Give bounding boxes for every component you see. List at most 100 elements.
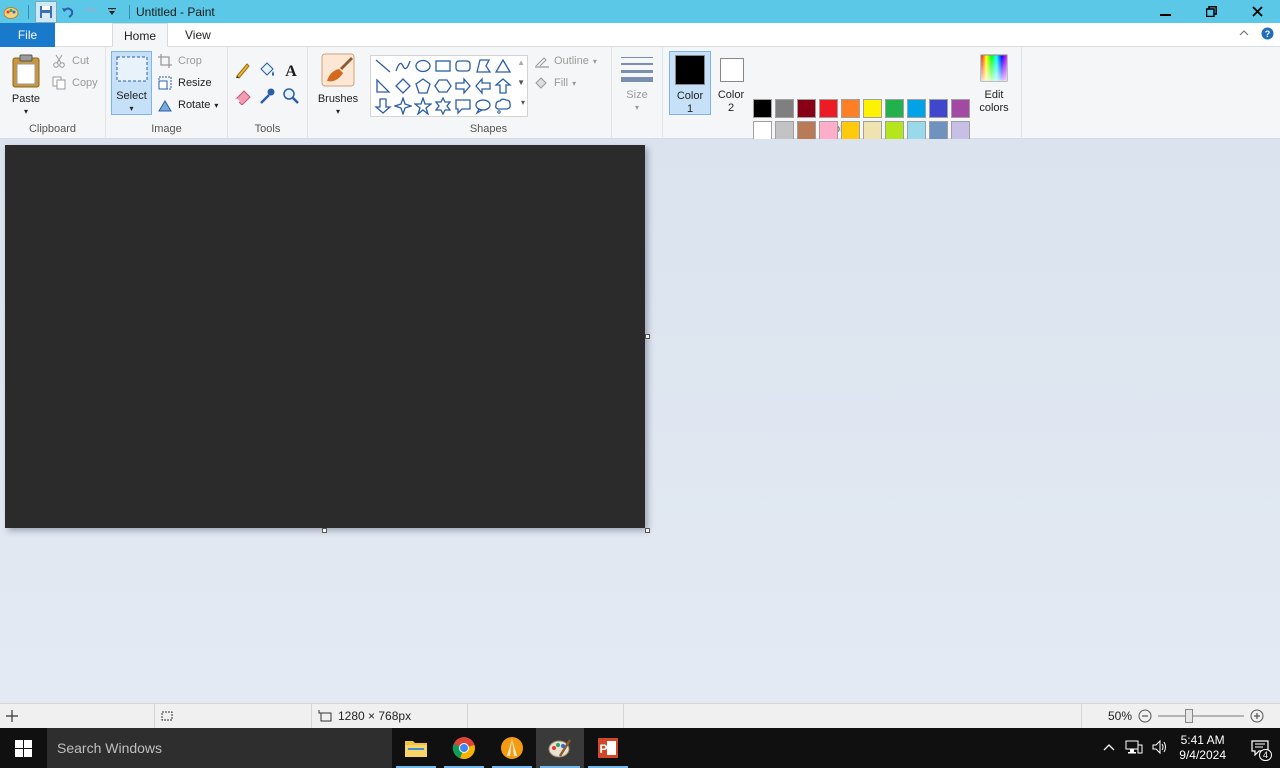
rotate-button[interactable]: Rotate ▾ xyxy=(158,95,218,115)
shape-cloud-callout[interactable] xyxy=(493,96,513,116)
cut-button[interactable]: Cut xyxy=(52,51,89,71)
palette-color-swatch[interactable] xyxy=(775,121,794,140)
palette-color-swatch[interactable] xyxy=(753,99,772,118)
shape-six-point-star[interactable] xyxy=(433,96,453,116)
drawing-canvas[interactable] xyxy=(5,145,645,528)
copy-button[interactable]: Copy xyxy=(52,73,98,93)
undo-icon[interactable] xyxy=(57,1,79,23)
taskbar-search-box[interactable]: Search Windows xyxy=(47,728,392,768)
canvas-resize-handle-corner[interactable] xyxy=(645,528,650,533)
shape-right-arrow[interactable] xyxy=(453,76,473,96)
magnifier-tool[interactable] xyxy=(282,87,302,107)
taskbar-chrome[interactable] xyxy=(440,728,488,768)
shape-hexagon[interactable] xyxy=(433,76,453,96)
edit-colors-button[interactable]: Edit colors xyxy=(974,51,1014,115)
palette-color-swatch[interactable] xyxy=(841,121,860,140)
shape-rounded-callout[interactable] xyxy=(453,96,473,116)
select-button[interactable]: Select ▾ xyxy=(111,51,152,115)
shape-up-arrow[interactable] xyxy=(493,76,513,96)
canvas-resize-handle-right[interactable] xyxy=(645,334,650,339)
shape-triangle[interactable] xyxy=(493,56,513,76)
shape-pentagon[interactable] xyxy=(413,76,433,96)
color1-button[interactable]: Color 1 xyxy=(669,51,711,115)
shapes-scroll-down-icon[interactable]: ▼ xyxy=(517,78,525,87)
palette-color-swatch[interactable] xyxy=(753,121,772,140)
save-icon[interactable] xyxy=(35,0,57,23)
shapes-scroll-up-icon[interactable]: ▲ xyxy=(517,58,525,67)
canvas-resize-handle-bottom[interactable] xyxy=(322,528,327,533)
text-tool[interactable]: A xyxy=(282,61,302,81)
palette-color-swatch[interactable] xyxy=(775,99,794,118)
shape-left-arrow[interactable] xyxy=(473,76,493,96)
shape-polygon[interactable] xyxy=(473,56,493,76)
shape-down-arrow[interactable] xyxy=(373,96,393,116)
brushes-button[interactable]: Brushes ▾ xyxy=(312,51,364,116)
customize-quick-access-icon[interactable] xyxy=(101,1,123,23)
shape-oval[interactable] xyxy=(413,56,433,76)
tab-home[interactable]: Home xyxy=(112,23,168,48)
shapes-expand-icon[interactable]: ▾ xyxy=(521,98,525,107)
shape-oval-callout[interactable] xyxy=(473,96,493,116)
pencil-tool[interactable] xyxy=(234,61,254,81)
shape-right-triangle[interactable] xyxy=(373,76,393,96)
palette-color-swatch[interactable] xyxy=(819,99,838,118)
palette-color-swatch[interactable] xyxy=(929,121,948,140)
shape-line[interactable] xyxy=(373,56,393,76)
fill-button[interactable]: Fill ▾ xyxy=(534,73,576,93)
volume-icon[interactable] xyxy=(1147,739,1173,758)
zoom-slider-thumb[interactable] xyxy=(1185,709,1194,723)
restore-button[interactable] xyxy=(1188,0,1234,23)
palette-color-swatch[interactable] xyxy=(951,121,970,140)
taskbar-vlc[interactable] xyxy=(488,728,536,768)
redo-icon[interactable] xyxy=(79,1,101,23)
size-button[interactable]: Size ▾ xyxy=(618,51,656,115)
palette-color-swatch[interactable] xyxy=(907,99,926,118)
taskbar-powerpoint[interactable]: P xyxy=(584,728,632,768)
close-button[interactable] xyxy=(1234,0,1280,23)
palette-color-swatch[interactable] xyxy=(885,121,904,140)
tab-file[interactable]: File xyxy=(0,23,55,47)
network-icon[interactable] xyxy=(1121,739,1147,758)
palette-color-swatch[interactable] xyxy=(819,121,838,140)
tab-view[interactable]: View xyxy=(168,23,228,47)
shape-curve[interactable] xyxy=(393,56,413,76)
palette-color-swatch[interactable] xyxy=(907,121,926,140)
zoom-out-icon[interactable] xyxy=(1138,709,1152,723)
palette-color-swatch[interactable] xyxy=(863,121,882,140)
shape-five-point-star[interactable] xyxy=(413,96,433,116)
palette-color-swatch[interactable] xyxy=(797,99,816,118)
crop-button[interactable]: Crop xyxy=(158,51,202,71)
paint-app-icon[interactable] xyxy=(0,1,22,23)
resize-button[interactable]: Resize xyxy=(158,73,212,93)
taskbar-clock[interactable]: 5:41 AM 9/4/2024 xyxy=(1179,733,1226,763)
palette-color-swatch[interactable] xyxy=(863,99,882,118)
palette-color-swatch[interactable] xyxy=(841,99,860,118)
palette-color-swatch[interactable] xyxy=(929,99,948,118)
taskbar-paint[interactable] xyxy=(536,728,584,768)
crop-label: Crop xyxy=(178,55,202,67)
palette-color-swatch[interactable] xyxy=(885,99,904,118)
palette-color-swatch[interactable] xyxy=(951,99,970,118)
eraser-tool[interactable] xyxy=(234,87,254,107)
start-button[interactable] xyxy=(0,728,47,768)
minimize-ribbon-icon[interactable] xyxy=(1239,27,1249,43)
paste-button[interactable]: Paste ▾ xyxy=(6,51,46,116)
zoom-in-icon[interactable] xyxy=(1250,709,1264,723)
color-picker-tool[interactable] xyxy=(258,87,278,107)
outline-button[interactable]: Outline ▾ xyxy=(534,51,597,71)
fill-tool[interactable] xyxy=(258,61,278,81)
shape-four-point-star[interactable] xyxy=(393,96,413,116)
help-icon[interactable]: ? xyxy=(1261,27,1274,43)
shape-rectangle[interactable] xyxy=(433,56,453,76)
palette-color-swatch[interactable] xyxy=(797,121,816,140)
minimize-button[interactable] xyxy=(1142,0,1188,23)
shape-rounded-rectangle[interactable] xyxy=(453,56,473,76)
show-hidden-icons[interactable] xyxy=(1097,741,1121,755)
color2-button[interactable]: Color 2 xyxy=(712,51,750,115)
action-center-button[interactable]: 4 xyxy=(1240,728,1280,768)
shape-diamond[interactable] xyxy=(393,76,413,96)
taskbar: Search Windows P 5:41 AM 9/4/2024 4 xyxy=(0,728,1280,768)
select-icon xyxy=(116,56,148,82)
taskbar-file-explorer[interactable] xyxy=(392,728,440,768)
zoom-slider[interactable] xyxy=(1158,709,1245,723)
